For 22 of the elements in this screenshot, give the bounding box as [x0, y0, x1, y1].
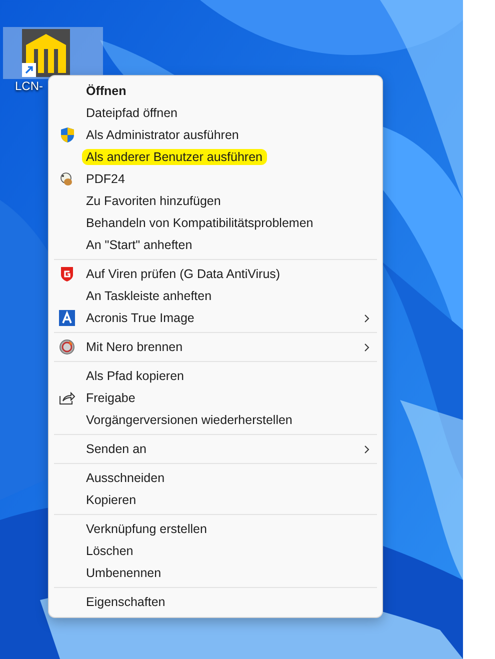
- menu-item[interactable]: Freigabe: [49, 387, 382, 409]
- menu-item[interactable]: Löschen: [49, 540, 382, 562]
- menu-item[interactable]: Vorgängerversionen wiederherstellen: [49, 409, 382, 431]
- menu-item[interactable]: An "Start" anheften: [49, 234, 382, 256]
- menu-item[interactable]: Als Administrator ausführen: [49, 124, 382, 146]
- menu-item[interactable]: Als Pfad kopieren: [49, 365, 382, 387]
- menu-item[interactable]: Öffnen: [49, 80, 382, 102]
- menu-item[interactable]: An Taskleiste anheften: [49, 285, 382, 307]
- menu-item[interactable]: Acronis True Image: [49, 307, 382, 329]
- menu-item[interactable]: Ausschneiden: [49, 467, 382, 489]
- menu-item[interactable]: Dateipfad öffnen: [49, 102, 382, 124]
- menu-item[interactable]: PDF24: [49, 168, 382, 190]
- menu-item[interactable]: Mit Nero brennen: [49, 336, 382, 358]
- menu-item[interactable]: Senden an: [49, 438, 382, 460]
- menu-item[interactable]: Zu Favoriten hinzufügen: [49, 190, 382, 212]
- icon-label: LCN-: [15, 79, 44, 93]
- menu-item[interactable]: Kopieren: [49, 489, 382, 511]
- menu-item[interactable]: Auf Viren prüfen (G Data AntiVirus): [49, 263, 382, 285]
- menu-item[interactable]: Verknüpfung erstellen: [49, 518, 382, 540]
- menu-item[interactable]: Behandeln von Kompatibilitätsproblemen: [49, 212, 382, 234]
- menu-item[interactable]: Als anderer Benutzer ausführen: [49, 146, 382, 168]
- menu-item[interactable]: Umbenennen: [49, 562, 382, 584]
